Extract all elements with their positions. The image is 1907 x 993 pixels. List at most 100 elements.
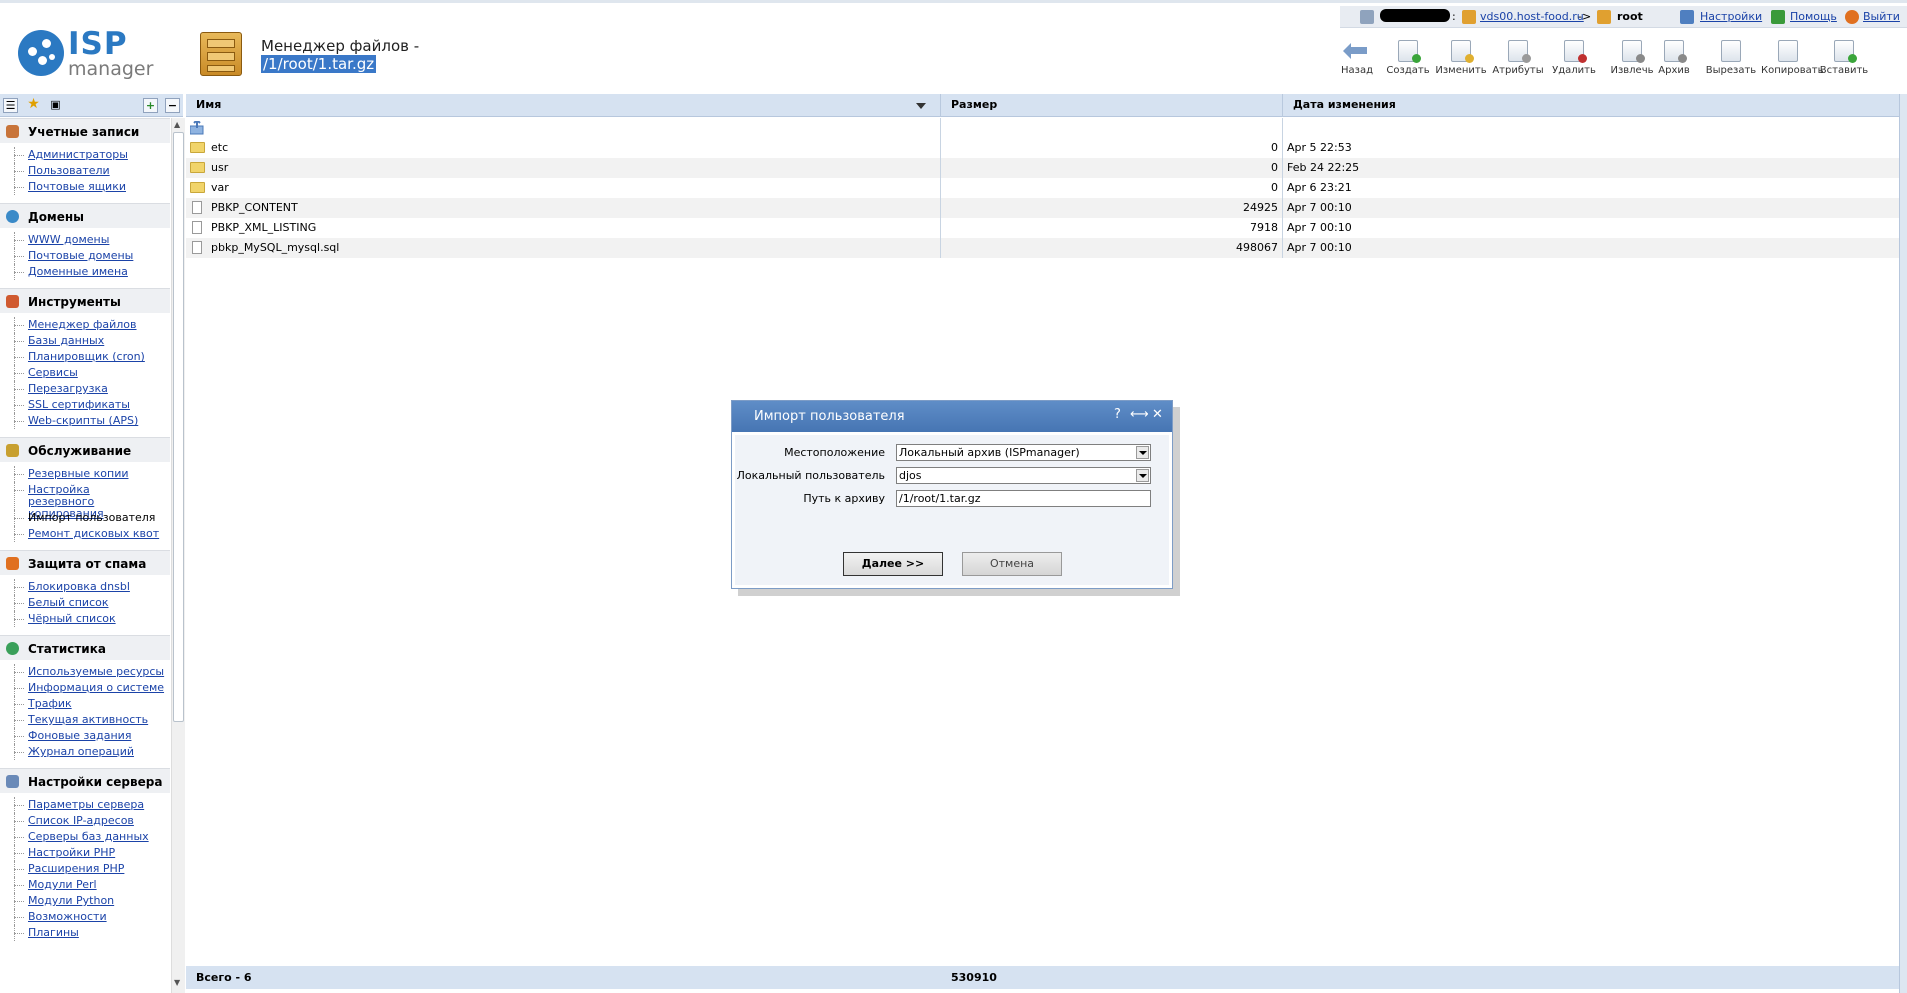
sidebar-item-dnsbl[interactable]: Блокировка dnsbl bbox=[0, 579, 170, 595]
toolbar-paste-button[interactable]: Вставить bbox=[1817, 40, 1871, 76]
sidebar-item-mail-domains[interactable]: Почтовые домены bbox=[0, 248, 170, 264]
file-cabinet-icon bbox=[200, 32, 242, 76]
sidebar-item-user-import[interactable]: Импорт пользователя bbox=[0, 510, 170, 526]
column-header-date[interactable]: Дата изменения bbox=[1283, 94, 1883, 117]
sidebar-group-header[interactable]: Обслуживание bbox=[0, 437, 170, 462]
sidebar-item-db-servers[interactable]: Серверы баз данных bbox=[0, 829, 170, 845]
toolbar-archive-button[interactable]: Архив bbox=[1647, 40, 1701, 76]
page-title: Менеджер файлов - bbox=[261, 37, 420, 55]
scrollbar-thumb[interactable] bbox=[173, 132, 184, 722]
sidebar-item-traffic[interactable]: Трафик bbox=[0, 696, 170, 712]
toolbar-attributes-button[interactable]: Атрибуты bbox=[1491, 40, 1545, 76]
chevron-down-icon[interactable] bbox=[1136, 469, 1149, 482]
table-row[interactable]: etc 0 Apr 5 22:53 bbox=[186, 138, 1899, 158]
toolbar-edit-button[interactable]: Изменить bbox=[1434, 40, 1488, 76]
favorites-star-icon[interactable]: ★ bbox=[26, 97, 41, 113]
sidebar-group-header[interactable]: Защита от спама bbox=[0, 550, 170, 575]
sidebar-item-backup-settings[interactable]: Настройка резервного копирования bbox=[0, 482, 170, 520]
table-row[interactable]: pbkp_MySQL_mysql.sql 498067 Apr 7 00:10 bbox=[186, 238, 1899, 258]
logout-icon bbox=[1845, 10, 1859, 24]
column-header-size[interactable]: Размер bbox=[941, 94, 1283, 117]
dialog-close-icon[interactable]: ✕ bbox=[1152, 407, 1163, 422]
location-select[interactable]: Локальный архив (ISPmanager) bbox=[896, 444, 1151, 461]
sidebar-item-operation-log[interactable]: Журнал операций bbox=[0, 744, 170, 760]
globe-icon bbox=[6, 210, 19, 223]
sidebar-item-activity[interactable]: Текущая активность bbox=[0, 712, 170, 728]
sidebar-item-perl-modules[interactable]: Модули Perl bbox=[0, 877, 170, 893]
sidebar-group-header[interactable]: Настройки сервера bbox=[0, 768, 170, 793]
menu-tree-icon[interactable]: ☰ bbox=[3, 98, 18, 113]
sidebar-item-system-info[interactable]: Информация о системе bbox=[0, 680, 170, 696]
sidebar-item-web-scripts[interactable]: Web-скрипты (APS) bbox=[0, 413, 170, 429]
local-user-select[interactable]: djos bbox=[896, 467, 1151, 484]
sidebar-item-features[interactable]: Возможности bbox=[0, 909, 170, 925]
server-link[interactable]: vds00.host-food.ru bbox=[1480, 10, 1584, 23]
sidebar-item-services[interactable]: Сервисы bbox=[0, 365, 170, 381]
table-row[interactable]: PBKP_XML_LISTING 7918 Apr 7 00:10 bbox=[186, 218, 1899, 238]
sidebar-item-ip-list[interactable]: Список IP-адресов bbox=[0, 813, 170, 829]
archive-icon bbox=[1664, 40, 1687, 63]
sidebar-group-header[interactable]: Статистика bbox=[0, 635, 170, 660]
dialog-titlebar[interactable]: Импорт пользователя ? ⟷ ✕ bbox=[732, 401, 1172, 432]
dialog-expand-icon[interactable]: ⟷ bbox=[1130, 407, 1149, 422]
sidebar: Учетные записи Администраторы Пользовате… bbox=[0, 118, 170, 993]
sidebar-item-backups[interactable]: Резервные копии bbox=[0, 466, 170, 482]
table-row[interactable]: usr 0 Feb 24 22:25 bbox=[186, 158, 1899, 178]
sidebar-item-background-tasks[interactable]: Фоновые задания bbox=[0, 728, 170, 744]
expand-all-icon[interactable]: + bbox=[143, 98, 158, 113]
help-link[interactable]: Помощь bbox=[1790, 10, 1837, 23]
sidebar-item-file-manager[interactable]: Менеджер файлов bbox=[0, 317, 170, 333]
toolbar-create-button[interactable]: Создать bbox=[1381, 40, 1435, 76]
sidebar-item-server-params[interactable]: Параметры сервера bbox=[0, 797, 170, 813]
table-row-parent[interactable] bbox=[186, 118, 1899, 138]
sidebar-item-php-settings[interactable]: Настройки PHP bbox=[0, 845, 170, 861]
sidebar-item-resources[interactable]: Используемые ресурсы bbox=[0, 664, 170, 680]
column-header-name[interactable]: Имя bbox=[186, 94, 941, 117]
sidebar-item-reboot[interactable]: Перезагрузка bbox=[0, 381, 170, 397]
logout-link[interactable]: Выйти bbox=[1863, 10, 1900, 23]
up-folder-icon[interactable] bbox=[190, 121, 204, 135]
sidebar-item-php-extensions[interactable]: Расширения PHP bbox=[0, 861, 170, 877]
sidebar-item-www-domains[interactable]: WWW домены bbox=[0, 232, 170, 248]
clipboard-icon[interactable]: ▣ bbox=[48, 98, 63, 113]
sidebar-item-disk-quota[interactable]: Ремонт дисковых квот bbox=[0, 526, 170, 542]
current-path: /1/root/1.tar.gz bbox=[261, 55, 377, 73]
sidebar-item-whitelist[interactable]: Белый список bbox=[0, 595, 170, 611]
dialog-help-icon[interactable]: ? bbox=[1114, 407, 1121, 422]
collapse-all-icon[interactable]: − bbox=[165, 98, 180, 113]
sidebar-scrollbar[interactable]: ▲ ▼ bbox=[171, 118, 185, 993]
folder-icon bbox=[190, 162, 205, 173]
scroll-up-arrow-icon[interactable]: ▲ bbox=[174, 120, 180, 129]
next-button[interactable]: Далее >> bbox=[843, 552, 943, 576]
sidebar-group-header[interactable]: Домены bbox=[0, 203, 170, 228]
sidebar-item-plugins[interactable]: Плагины bbox=[0, 925, 170, 941]
toolbar-back-button[interactable]: Назад bbox=[1330, 40, 1384, 76]
sidebar-item-databases[interactable]: Базы данных bbox=[0, 333, 170, 349]
toolbar-copy-button[interactable]: Копировать bbox=[1761, 40, 1823, 76]
user-icon bbox=[1597, 10, 1611, 24]
ispmanager-logo[interactable]: ISP manager bbox=[18, 26, 168, 80]
toolbar-delete-button[interactable]: Удалить bbox=[1547, 40, 1601, 76]
scroll-down-arrow-icon[interactable]: ▼ bbox=[174, 978, 180, 987]
sidebar-item-blacklist[interactable]: Чёрный список bbox=[0, 611, 170, 627]
archive-path-input[interactable]: /1/root/1.tar.gz bbox=[896, 490, 1151, 507]
settings-link[interactable]: Настройки bbox=[1700, 10, 1762, 23]
sidebar-item-mailboxes[interactable]: Почтовые ящики bbox=[0, 179, 170, 195]
sidebar-group-header[interactable]: Инструменты bbox=[0, 288, 170, 313]
sidebar-item-users[interactable]: Пользователи bbox=[0, 163, 170, 179]
cancel-button[interactable]: Отмена bbox=[962, 552, 1062, 576]
sidebar-item-administrators[interactable]: Администраторы bbox=[0, 147, 170, 163]
table-row[interactable]: PBKP_CONTENT 24925 Apr 7 00:10 bbox=[186, 198, 1899, 218]
sidebar-group-header[interactable]: Учетные записи bbox=[0, 118, 170, 143]
sidebar-item-python-modules[interactable]: Модули Python bbox=[0, 893, 170, 909]
sidebar-item-domain-names[interactable]: Доменные имена bbox=[0, 264, 170, 280]
dialog-title: Импорт пользователя bbox=[754, 409, 905, 424]
sidebar-item-ssl[interactable]: SSL сертификаты bbox=[0, 397, 170, 413]
chevron-down-icon[interactable] bbox=[1136, 446, 1149, 459]
table-row[interactable]: var 0 Apr 6 23:21 bbox=[186, 178, 1899, 198]
sidebar-item-cron[interactable]: Планировщик (cron) bbox=[0, 349, 170, 365]
accounts-icon bbox=[6, 125, 19, 138]
footer-size-total: 530910 bbox=[951, 971, 997, 984]
sort-caret-icon[interactable] bbox=[916, 103, 926, 109]
toolbar-cut-button[interactable]: Вырезать bbox=[1704, 40, 1758, 76]
